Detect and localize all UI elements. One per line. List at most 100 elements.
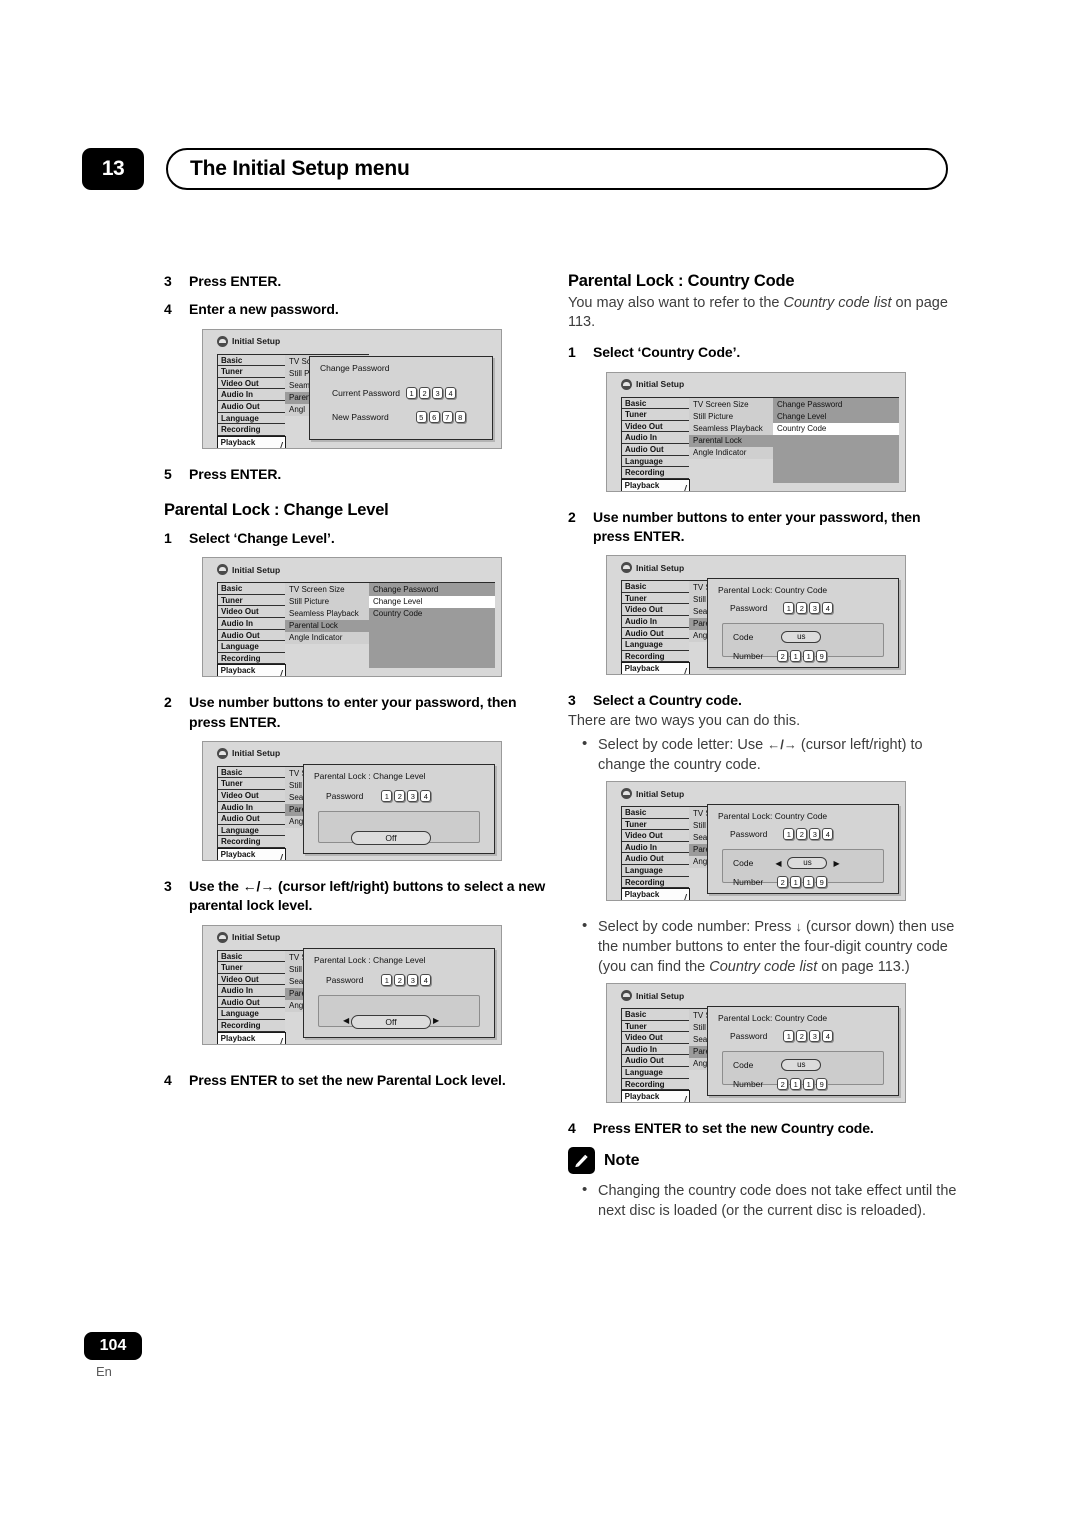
osd-category-tuner[interactable]: Tuner [218,366,285,378]
cursor-left-icon[interactable]: ◀ [775,859,781,868]
osd-category-audio-out[interactable]: Audio Out [218,630,285,642]
osd-option-list: Change Password Change Level Country Cod… [773,396,899,483]
osd-category-recording[interactable]: Recording [218,836,285,849]
osd-category-tuner[interactable]: Tuner [218,962,285,974]
osd-new-password-keys[interactable]: 5 6 7 8 [415,410,466,423]
osd-category-video-out[interactable]: Video Out [622,1032,689,1044]
osd-category-language[interactable]: Language [218,641,285,653]
osd-category-tuner[interactable]: Tuner [622,593,689,605]
osd-category-audio-in[interactable]: Audio In [622,616,689,628]
osd-category-audio-out[interactable]: Audio Out [218,813,285,825]
osd-category-basic[interactable]: Basic [218,355,285,367]
osd-category-basic[interactable]: Basic [622,398,689,410]
osd-category-tuner[interactable]: Tuner [218,778,285,791]
osd-category-playback[interactable]: Playback [216,664,287,677]
osd-password-keys[interactable]: 1 2 3 4 [783,828,834,841]
osd-category-playback[interactable]: Playback [620,1090,691,1103]
osd-sub-still-picture[interactable]: Still Picture [689,411,773,423]
osd-category-audio-in[interactable]: Audio In [622,1044,689,1056]
osd-category-basic[interactable]: Basic [218,583,285,595]
osd-sub-angle-indicator[interactable]: Angle Indicator [689,447,773,459]
osd-category-audio-in[interactable]: Audio In [218,389,285,401]
osd-category-video-out[interactable]: Video Out [622,604,689,616]
osd-category-language[interactable]: Language [218,413,285,425]
osd-sub-still-picture[interactable]: Still Picture [285,596,369,608]
osd-password-keys[interactable]: 1 2 3 4 [381,789,432,802]
osd-category-basic[interactable]: Basic [622,807,689,819]
osd-category-audio-out[interactable]: Audio Out [622,628,689,640]
osd-category-language[interactable]: Language [622,1067,689,1079]
osd-category-recording[interactable]: Recording [622,877,689,889]
osd-category-video-out[interactable]: Video Out [622,830,689,842]
osd-option-change-level[interactable]: Change Level [773,411,899,423]
osd-category-tuner[interactable]: Tuner [622,1021,689,1033]
osd-category-recording[interactable]: Recording [622,651,689,663]
osd-category-language[interactable]: Language [622,456,689,468]
osd-category-audio-in[interactable]: Audio In [218,985,285,997]
osd-category-audio-in[interactable]: Audio In [218,618,285,630]
osd-option-country-code[interactable]: Country Code [773,422,899,435]
osd-category-basic[interactable]: Basic [218,951,285,963]
osd-sub-parental-lock[interactable]: Parental Lock [285,620,369,633]
osd-category-video-out[interactable]: Video Out [218,974,285,986]
osd-password-keys[interactable]: 1 2 3 4 [783,1030,834,1043]
osd-category-audio-out[interactable]: Audio Out [218,997,285,1009]
cursor-right-icon[interactable]: ▶ [833,859,839,868]
osd-sub-seamless-playback[interactable]: Seamless Playback [285,608,369,620]
osd-category-recording[interactable]: Recording [622,467,689,479]
osd-category-audio-out[interactable]: Audio Out [218,401,285,413]
osd-category-basic[interactable]: Basic [622,581,689,593]
osd-number-keys[interactable]: 2 1 1 9 [777,876,828,889]
osd-current-password-keys[interactable]: 1 2 3 4 [406,386,457,399]
osd-category-basic[interactable]: Basic [622,1009,689,1021]
osd-category-audio-out[interactable]: Audio Out [622,1055,689,1068]
osd-sub-parental-lock[interactable]: Parental Lock [689,434,773,447]
osd-category-recording[interactable]: Recording [218,653,285,665]
osd-category-audio-in[interactable]: Audio In [218,802,285,814]
osd-category-playback[interactable]: Playback [216,848,287,860]
osd-sub-seamless-playback[interactable]: Seamless Playback [689,423,773,435]
osd-option-change-password[interactable]: Change Password [773,399,899,411]
cursor-right-icon[interactable]: ▶ [433,1016,439,1025]
osd-number-keys[interactable]: 2 1 1 9 [777,1078,828,1091]
osd-category-tuner[interactable]: Tuner [622,409,689,421]
osd-option-change-level[interactable]: Change Level [369,596,495,609]
osd-option-country-code[interactable]: Country Code [369,608,495,620]
osd-category-tuner[interactable]: Tuner [622,819,689,831]
osd-category-tuner[interactable]: Tuner [218,595,285,607]
osd-category-playback[interactable]: Playback [620,662,691,675]
osd-category-playback[interactable]: Playback [620,478,691,491]
osd-category-audio-out[interactable]: Audio Out [622,444,689,456]
osd-number-keys[interactable]: 2 1 1 9 [777,650,828,663]
osd-category-language[interactable]: Language [622,639,689,651]
osd-category-video-out[interactable]: Video Out [218,606,285,619]
osd-category-language[interactable]: Language [218,1008,285,1021]
osd-sub-tv-screen-size[interactable]: TV Screen Size [285,584,369,596]
osd-category-video-out[interactable]: Video Out [218,378,285,390]
osd-category-playback[interactable]: Playback [216,435,287,448]
osd-category-recording[interactable]: Recording [218,424,285,436]
osd-password-keys[interactable]: 1 2 3 4 [381,973,432,986]
osd-code-value[interactable]: us [781,1059,822,1072]
osd-sub-tv-screen-size[interactable]: TV Screen Size [689,399,773,411]
osd-category-recording[interactable]: Recording [622,1079,689,1091]
osd-category-recording[interactable]: Recording [218,1020,285,1032]
osd-level-value[interactable]: Off [351,830,431,845]
osd-sub-angle-indicator[interactable]: Angle Indicator [285,632,369,644]
osd-category-basic[interactable]: Basic [218,767,285,779]
osd-category-language[interactable]: Language [218,825,285,837]
osd-category-playback[interactable]: Playback [216,1031,287,1044]
osd-category-playback[interactable]: Playback [620,888,691,901]
osd-category-language[interactable]: Language [622,865,689,877]
osd-category-audio-in[interactable]: Audio In [622,842,689,854]
osd-category-video-out[interactable]: Video Out [622,421,689,433]
osd-category-audio-in[interactable]: Audio In [622,432,689,444]
osd-code-value[interactable]: us [787,857,828,870]
cursor-left-icon[interactable]: ◀ [343,1016,349,1025]
osd-password-keys[interactable]: 1 2 3 4 [783,602,834,615]
osd-category-audio-out[interactable]: Audio Out [622,853,689,866]
osd-option-change-password[interactable]: Change Password [369,584,495,596]
osd-code-value[interactable]: us [781,631,822,644]
osd-category-video-out[interactable]: Video Out [218,790,285,802]
osd-level-value[interactable]: Off [351,1014,431,1029]
